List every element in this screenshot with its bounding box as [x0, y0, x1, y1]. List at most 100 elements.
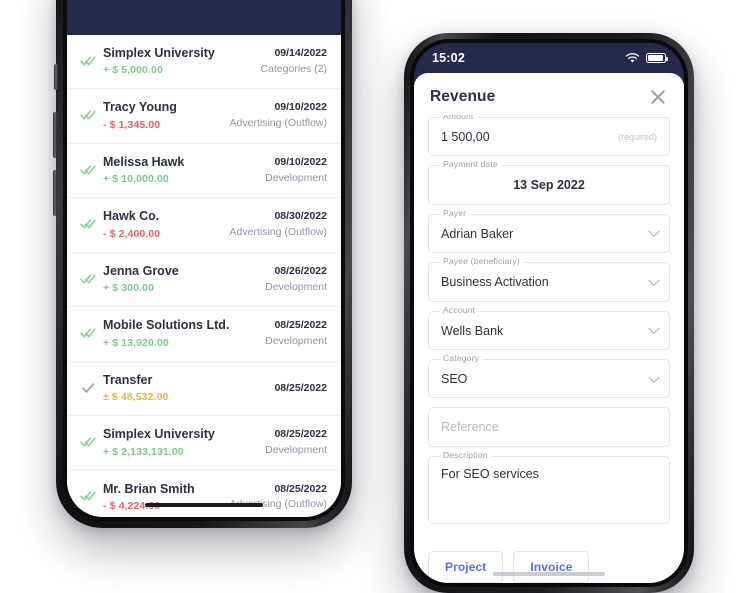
- transaction-date: 08/26/2022: [274, 264, 327, 277]
- field-amount[interactable]: Amount 1 500,00 (required): [428, 115, 670, 157]
- transaction-name: Tracy Young: [103, 100, 177, 115]
- single-check-icon: [81, 382, 94, 393]
- field-value-reference[interactable]: Reference: [429, 408, 669, 445]
- table-row[interactable]: Jenna Grove + $ 300.00 08/26/2022 Develo…: [67, 253, 341, 308]
- transaction-amount: + $ 10,000.00: [103, 173, 169, 186]
- field-hint-amount: (required): [617, 131, 657, 142]
- right-phone-screen: 15:02 Revenue Amount 1 500,00 (required)…: [414, 43, 684, 583]
- table-row[interactable]: Melissa Hawk + $ 10,000.00 09/10/2022 De…: [67, 144, 341, 199]
- field-payer[interactable]: Payer Adrian Baker: [428, 209, 670, 254]
- transaction-date: 09/10/2022: [274, 155, 327, 168]
- transaction-category: Development: [265, 171, 327, 184]
- reconciled-status-icon: [75, 273, 101, 287]
- transaction-meta: 09/10/2022 Development: [257, 155, 327, 186]
- transaction-meta: 08/30/2022 Advertising (Outflow): [222, 209, 327, 240]
- transaction-category: Advertising (Outflow): [229, 117, 327, 130]
- table-row[interactable]: Mobile Solutions Ltd. + $ 13,920.00 08/2…: [67, 307, 341, 362]
- double-check-icon: [79, 110, 96, 120]
- table-row[interactable]: Simplex University + $ 2,133,131.00 08/2…: [67, 416, 341, 471]
- reconciled-status-icon: [75, 327, 101, 341]
- field-payment-date[interactable]: Payment date 13 Sep 2022: [428, 160, 670, 205]
- transaction-category: Development: [265, 443, 327, 456]
- transaction-name: Mobile Solutions Ltd.: [103, 318, 230, 333]
- field-label-payee-beneficiary: Payee (beneficiary): [439, 257, 525, 266]
- reconciled-status-icon: [75, 218, 101, 232]
- reconciled-status-icon: [75, 164, 101, 178]
- double-check-icon: [79, 219, 96, 229]
- field-description[interactable]: Description For SEO services: [428, 451, 670, 524]
- transaction-name: Jenna Grove: [103, 263, 179, 278]
- transaction-amount: + $ 2,133,131.00: [103, 445, 184, 458]
- transaction-main: Tracy Young - $ 1,345.00: [101, 99, 222, 132]
- home-indicator: [493, 572, 605, 576]
- transaction-date: 08/30/2022: [274, 210, 327, 223]
- revenue-form: Amount 1 500,00 (required) Payment date …: [414, 115, 684, 543]
- app-header-band: [67, 0, 341, 35]
- transaction-name: Melissa Hawk: [103, 154, 185, 169]
- volume-up-button[interactable]: [53, 112, 57, 158]
- transaction-name: Simplex University: [103, 427, 215, 442]
- field-value-account: Wells Bank: [441, 323, 504, 338]
- invoice-button[interactable]: Invoice: [513, 551, 590, 583]
- transaction-amount: + $ 13,920.00: [103, 336, 169, 349]
- transaction-amount: + $ 300.00: [103, 282, 154, 295]
- reconciled-status-icon: [75, 55, 101, 69]
- field-value-payment-date[interactable]: 13 Sep 2022: [429, 166, 669, 203]
- field-reference[interactable]: Reference: [428, 407, 670, 447]
- field-value-description[interactable]: For SEO services: [429, 457, 669, 492]
- status-bar: 15:02: [414, 43, 684, 73]
- transaction-main: Mr. Brian Smith - $ 4,224.00: [101, 481, 222, 514]
- transaction-main: Hawk Co. - $ 2,400.00: [101, 208, 222, 241]
- transaction-category: Development: [265, 335, 327, 348]
- transaction-category: Categories (2): [260, 62, 327, 75]
- transaction-amount: + $ 5,000.00: [103, 64, 163, 77]
- table-row[interactable]: Transfer ± $ 48,532.00 08/25/2022: [67, 362, 341, 417]
- silent-switch[interactable]: [54, 64, 58, 90]
- field-category[interactable]: Category SEO: [428, 354, 670, 399]
- revenue-sheet: Revenue Amount 1 500,00 (required) Payme…: [414, 73, 684, 583]
- field-value-payer: Adrian Baker: [441, 226, 514, 241]
- transaction-meta: 08/25/2022 Development: [257, 427, 327, 458]
- table-row[interactable]: Mr. Brian Smith - $ 4,224.00 08/25/2022 …: [67, 471, 341, 517]
- transaction-meta: 08/25/2022 Advertising (Outflow): [222, 482, 327, 513]
- transaction-amount: - $ 1,345.00: [103, 118, 161, 131]
- transaction-main: Jenna Grove + $ 300.00: [101, 263, 257, 296]
- transaction-name: Hawk Co.: [103, 209, 160, 224]
- left-phone-screen: Simplex University + $ 5,000.00 09/14/20…: [67, 0, 341, 517]
- transaction-meta: 08/25/2022: [266, 381, 327, 397]
- transaction-main: Simplex University + $ 5,000.00: [101, 45, 252, 78]
- transaction-name: Transfer: [103, 372, 153, 387]
- field-payee-beneficiary[interactable]: Payee (beneficiary) Business Activation: [428, 257, 670, 302]
- table-row[interactable]: Hawk Co. - $ 2,400.00 08/30/2022 Adverti…: [67, 198, 341, 253]
- field-account[interactable]: Account Wells Bank: [428, 305, 670, 350]
- reconciled-status-icon: [75, 436, 101, 450]
- transaction-date: 09/14/2022: [274, 47, 327, 60]
- scene: Simplex University + $ 5,000.00 09/14/20…: [0, 0, 746, 593]
- table-row[interactable]: Simplex University + $ 5,000.00 09/14/20…: [67, 35, 341, 90]
- transactions-list[interactable]: Simplex University + $ 5,000.00 09/14/20…: [67, 35, 341, 517]
- field-label-payment-date: Payment date: [439, 160, 502, 169]
- field-label-description: Description: [439, 451, 492, 460]
- volume-down-button[interactable]: [53, 170, 57, 216]
- field-value-payee-beneficiary: Business Activation: [441, 275, 549, 290]
- double-check-icon: [79, 274, 96, 284]
- right-phone-bezel: 15:02 Revenue Amount 1 500,00 (required)…: [410, 39, 688, 587]
- transaction-date: 09/10/2022: [274, 101, 327, 114]
- table-row[interactable]: Tracy Young - $ 1,345.00 09/10/2022 Adve…: [67, 89, 341, 144]
- field-label-category: Category: [439, 354, 484, 363]
- transaction-main: Simplex University + $ 2,133,131.00: [101, 426, 257, 459]
- transaction-meta: 08/25/2022 Development: [257, 318, 327, 349]
- transaction-name: Mr. Brian Smith: [103, 481, 195, 496]
- reconciled-status-icon: [75, 490, 101, 504]
- right-phone-device: 15:02 Revenue Amount 1 500,00 (required)…: [404, 33, 694, 593]
- transaction-name: Simplex University: [103, 46, 215, 60]
- field-label-payer: Payer: [439, 209, 471, 218]
- close-icon[interactable]: [648, 87, 668, 107]
- transaction-category: Advertising (Outflow): [229, 226, 327, 239]
- transaction-meta: 08/26/2022 Development: [257, 264, 327, 295]
- transaction-meta: 09/14/2022 Categories (2): [252, 46, 327, 77]
- double-check-icon: [79, 165, 96, 175]
- field-label-account: Account: [439, 305, 480, 314]
- project-button[interactable]: Project: [428, 551, 504, 583]
- left-phone-bezel: Simplex University + $ 5,000.00 09/14/20…: [63, 0, 345, 521]
